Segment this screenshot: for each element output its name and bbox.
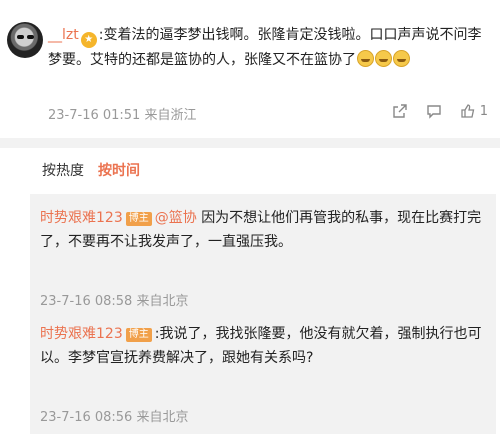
comment-location: 来自浙江 <box>144 108 197 123</box>
tab-sort-hot[interactable]: 按热度 <box>42 160 84 180</box>
sort-tabs: 按热度 按时间 <box>42 160 140 180</box>
laughing-emoji-icon <box>375 50 392 67</box>
author-badge: 博主 <box>125 212 152 226</box>
reply-mention[interactable]: @篮协 <box>155 210 197 226</box>
comment-username[interactable]: __lzt <box>48 27 79 43</box>
author-badge: 博主 <box>125 328 152 342</box>
comment-text: :变着法的逼李梦出钱啊。张隆肯定没钱啦。口口声声说不问李梦要。艾特的还都是篮协的… <box>48 27 482 68</box>
reply-username[interactable]: 时势艰难123 <box>40 210 123 226</box>
reply-username[interactable]: 时势艰难123 <box>40 326 123 342</box>
reply-location: 来自北京 <box>136 294 189 309</box>
like-count: 1 <box>479 103 488 119</box>
comment-timestamp: 23-7-16 01:51 <box>48 108 141 123</box>
reply-meta: 23-7-16 08:56 来自北京 <box>40 406 189 425</box>
tab-sort-time[interactable]: 按时间 <box>98 160 140 180</box>
share-icon[interactable] <box>392 103 408 119</box>
laughing-emoji-icon <box>393 50 410 67</box>
reply-meta: 23-7-16 08:58 来自北京 <box>40 290 189 309</box>
avatar[interactable] <box>7 22 43 58</box>
comment-actions: 1 <box>392 103 488 119</box>
crown-badge-icon: ★ <box>80 32 97 48</box>
replies-panel: 时势艰难123 博主 @篮协 因为不想让他们再管我的私事，现在比赛打完了，不要再不让… <box>30 194 496 434</box>
comment-body: __lzt ★:变着法的逼李梦出钱啊。张隆肯定没钱啦。口口声声说不问李梦要。艾特的… <box>48 23 488 73</box>
comment-card: __lzt ★:变着法的逼李梦出钱啊。张隆肯定没钱啦。口口声声说不问李梦要。艾特的… <box>0 0 500 138</box>
comment-meta: 23-7-16 01:51 来自浙江 <box>48 104 197 123</box>
reply-icon[interactable] <box>426 103 442 119</box>
like-button[interactable]: 1 <box>460 103 488 119</box>
section-divider <box>0 138 500 148</box>
reply-item: 时势艰难123 博主:我说了，我找张隆要，他没有就欠着，强制执行也可以。李梦官宣抚… <box>40 322 485 370</box>
reply-timestamp: 23-7-16 08:56 <box>40 410 133 425</box>
reply-timestamp: 23-7-16 08:58 <box>40 294 133 309</box>
reply-location: 来自北京 <box>136 410 189 425</box>
thumbs-up-icon <box>461 104 475 118</box>
reply-item: 时势艰难123 博主 @篮协 因为不想让他们再管我的私事，现在比赛打完了，不要再不让… <box>40 206 485 254</box>
laughing-emoji-icon <box>357 50 374 67</box>
